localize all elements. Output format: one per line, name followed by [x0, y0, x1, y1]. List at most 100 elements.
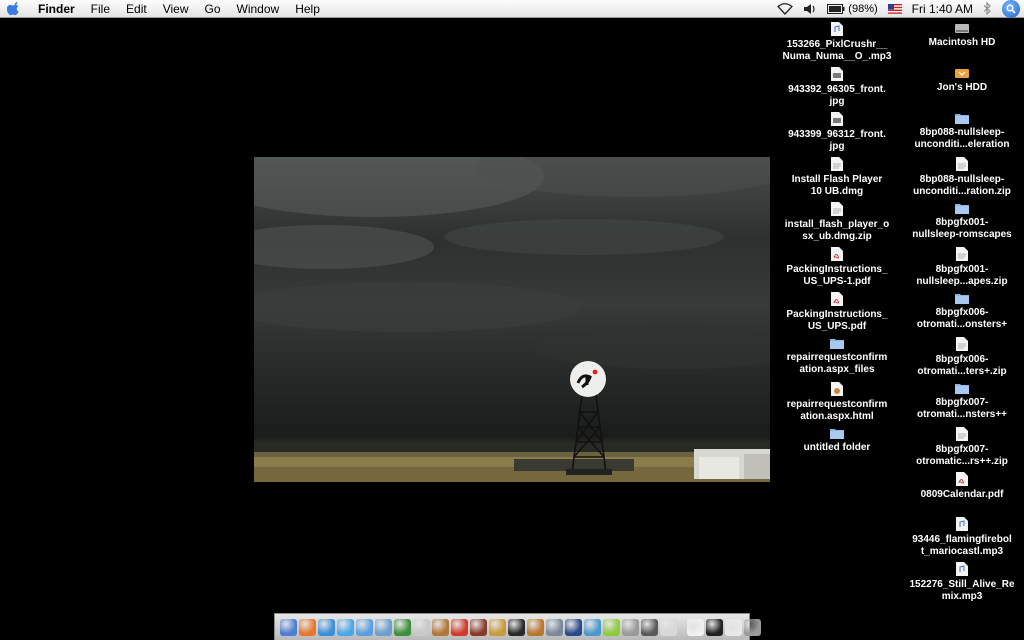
file-label: 8bpgfx001- nullsleep...apes.zip [916, 264, 1008, 287]
desktop-file[interactable]: install_flash_player_o sx_ub.dmg.zip [782, 202, 892, 243]
plane-icon[interactable] [546, 618, 563, 636]
desktop-file[interactable]: 8bp088-nullsleep- unconditi...ration.zip [907, 157, 1017, 198]
folder-icon [830, 339, 844, 349]
globe-icon[interactable] [565, 618, 582, 636]
game-icon[interactable] [508, 618, 525, 636]
itunes-icon[interactable] [356, 618, 373, 636]
finder-icon[interactable] [280, 618, 297, 636]
file-label: 8bpgfx001- nullsleep-romscapes [912, 217, 1012, 240]
menu-edit[interactable]: Edit [118, 0, 155, 18]
dock [274, 613, 761, 640]
ichat-icon[interactable] [337, 618, 354, 636]
terminal-icon[interactable] [706, 618, 723, 636]
desktop-volume[interactable]: Macintosh HD [907, 22, 1017, 49]
file-label: PackingInstructions_ US_UPS-1.pdf [786, 264, 888, 287]
menu-view[interactable]: View [155, 0, 197, 18]
desktop-folder[interactable]: 8bpgfx007- otromati...nsters++ [907, 382, 1017, 421]
desktop-file[interactable]: 0809Calendar.pdf [907, 472, 1017, 501]
battery-status[interactable]: (98%) [822, 0, 882, 18]
document-stack-icon[interactable] [687, 618, 704, 636]
us-flag-icon[interactable] [883, 0, 907, 18]
file-label: 8bpgfx007- otromatic...rs++.zip [916, 444, 1008, 467]
firefox-icon[interactable] [299, 618, 316, 636]
file-label: Install Flash Player 10 UB.dmg [791, 174, 883, 197]
menu-go[interactable]: Go [197, 0, 229, 18]
wifi-icon[interactable] [772, 0, 798, 18]
menu-clock[interactable]: Fri 1:40 AM [907, 0, 978, 18]
desktop-file[interactable]: 153266_PixlCrushr__ Numa_Numa__O_.mp3 [782, 22, 892, 63]
folder-icon [955, 114, 969, 124]
folder-icon [830, 429, 844, 439]
file-icon[interactable] [725, 618, 742, 636]
audio-file-icon [831, 22, 843, 36]
menu-bar: Finder File Edit View Go Window Help (98… [0, 0, 1024, 18]
apple-menu-icon[interactable] [0, 0, 28, 18]
desktop-file[interactable]: 8bpgfx007- otromatic...rs++.zip [907, 427, 1017, 468]
adium-icon[interactable] [394, 618, 411, 636]
safari-icon[interactable] [318, 618, 335, 636]
file-label: 8bp088-nullsleep- unconditi...ration.zip [913, 174, 1011, 197]
ipod-icon[interactable] [413, 618, 430, 636]
file-label: 8bpgfx006- otromati...onsters+ [916, 307, 1008, 330]
book-icon[interactable] [470, 618, 487, 636]
desktop-folder[interactable]: 8bpgfx001- nullsleep-romscapes [907, 202, 1017, 241]
document-icon [956, 157, 968, 171]
pdf-file-icon [831, 292, 843, 306]
battery-icon [827, 3, 845, 14]
folder-icon [955, 384, 969, 394]
file-label: repairrequestconfirm ation.aspx_files [786, 352, 888, 375]
app-menu-finder[interactable]: Finder [28, 0, 83, 18]
desktop-file[interactable]: PackingInstructions_ US_UPS-1.pdf [782, 247, 892, 288]
desktop-file[interactable]: 943399_96312_front. jpg [782, 112, 892, 153]
document-icon [956, 337, 968, 351]
rss-icon[interactable] [451, 618, 468, 636]
desktop-volume[interactable]: Jon's HDD [907, 67, 1017, 94]
desktop-file[interactable]: 943392_96305_front. jpg [782, 67, 892, 108]
pencil-icon[interactable] [489, 618, 506, 636]
mail-icon[interactable] [375, 618, 392, 636]
external-drive-icon [955, 69, 969, 78]
preview-icon[interactable] [622, 618, 639, 636]
spotlight-search-icon[interactable] [1002, 0, 1020, 18]
image-file-icon [831, 112, 843, 126]
trash-icon[interactable] [744, 618, 761, 636]
guitar-icon[interactable] [527, 618, 544, 636]
lime-icon[interactable] [603, 618, 620, 636]
chess-icon[interactable] [660, 618, 677, 636]
file-label: 943399_96312_front. jpg [788, 129, 886, 152]
file-label: untitled folder [803, 442, 871, 453]
menu-file[interactable]: File [83, 0, 118, 18]
desktop-folder[interactable]: repairrequestconfirm ation.aspx_files [782, 337, 892, 376]
file-label: PackingInstructions_ US_UPS.pdf [786, 309, 888, 332]
desktop-file[interactable]: Install Flash Player 10 UB.dmg [782, 157, 892, 198]
file-label: Jon's HDD [936, 82, 988, 93]
document-icon [956, 247, 968, 261]
file-label: 8bpgfx007- otromati...nsters++ [916, 397, 1008, 420]
desktop-folder[interactable]: 8bpgfx006- otromati...onsters+ [907, 292, 1017, 331]
volume-icon[interactable] [798, 0, 822, 18]
utility-icon[interactable] [641, 618, 658, 636]
file-label: 0809Calendar.pdf [920, 489, 1004, 500]
folder-icon [955, 294, 969, 304]
menu-window[interactable]: Window [229, 0, 288, 18]
file-label: 152276_Still_Alive_Re mix.mp3 [909, 579, 1015, 602]
desktop-file[interactable]: 8bpgfx001- nullsleep...apes.zip [907, 247, 1017, 288]
image-file-icon [831, 67, 843, 81]
menu-help[interactable]: Help [287, 0, 328, 18]
network-icon[interactable] [584, 618, 601, 636]
photo-icon[interactable] [432, 618, 449, 636]
battery-percent: (98%) [848, 2, 878, 15]
desktop-file[interactable]: 93446_flamingfirebol t_mariocastl.mp3 [907, 517, 1017, 558]
desktop-file[interactable]: 8bpgfx006- otromati...ters+.zip [907, 337, 1017, 378]
desktop-folder[interactable]: untitled folder [782, 427, 892, 454]
desktop-folder[interactable]: 8bp088-nullsleep- unconditi...eleration [907, 112, 1017, 151]
file-label: Macintosh HD [928, 37, 996, 48]
file-label: 93446_flamingfirebol t_mariocastl.mp3 [912, 534, 1012, 557]
desktop-file[interactable]: PackingInstructions_ US_UPS.pdf [782, 292, 892, 333]
audio-file-icon [956, 562, 968, 576]
pdf-file-icon [956, 472, 968, 486]
bluetooth-icon[interactable] [978, 0, 996, 18]
desktop-file[interactable]: repairrequestconfirm ation.aspx.html [782, 382, 892, 423]
desktop-file[interactable]: 152276_Still_Alive_Re mix.mp3 [907, 562, 1017, 603]
file-label: 153266_PixlCrushr__ Numa_Numa__O_.mp3 [782, 39, 892, 62]
